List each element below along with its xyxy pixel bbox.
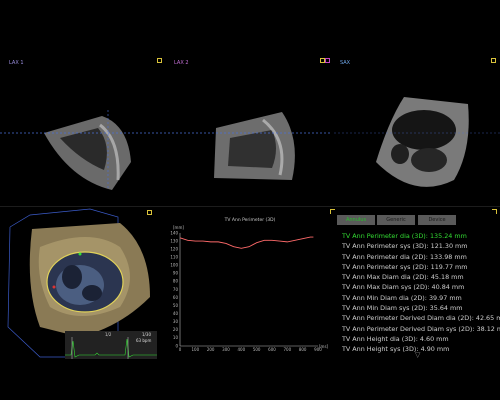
measurement-item[interactable]: TV Ann Min Diam dia (2D): 39.97 mm — [342, 293, 498, 303]
y-tick-label: 140 — [170, 230, 178, 235]
heart-rate: 63 bpm — [136, 338, 152, 343]
measurement-item[interactable]: TV Ann Perimeter sys (2D): 119.77 mm — [342, 262, 498, 272]
perimeter-chart-panel: TV Ann Perimeter (3D) [mm] [ms] 140 130 12… — [158, 207, 330, 362]
chart-title: TV Ann Perimeter (3D) — [224, 217, 276, 223]
tab-annulus[interactable]: Annulus — [337, 215, 375, 225]
measurement-item[interactable]: TV Ann Perimeter sys (3D): 121.30 mm — [342, 241, 498, 251]
measurement-item[interactable]: TV Ann Height dia (3D): 4.60 mm — [342, 334, 498, 344]
measurement-list: TV Ann Perimeter dia (3D): 135.24 mm TV … — [342, 231, 500, 355]
ecg-frame-label: 1/2 — [105, 332, 112, 337]
x-tick-label: 0 — [179, 347, 182, 352]
y-tick-label: 20 — [173, 327, 179, 332]
x-tick-label: 800 — [299, 347, 307, 352]
measurement-item[interactable]: TV Ann Perimeter Derived Diam dia (2D): … — [342, 313, 500, 323]
y-tick-label: 70 — [173, 287, 179, 292]
x-tick-label: 300 — [222, 347, 230, 352]
measurement-item[interactable]: TV Ann Perimeter Derived Diam sys (2D): … — [342, 324, 500, 334]
ecg-strip[interactable]: 1/2 1/30 63 bpm — [65, 331, 157, 359]
x-tick-label: 700 — [284, 347, 292, 352]
series-line — [179, 236, 314, 249]
measurement-item[interactable]: TV Ann Max Diam sys (2D): 40.84 mm — [342, 282, 498, 292]
y-tick-label: 120 — [170, 246, 178, 251]
frame-counter: 1/30 — [142, 332, 151, 337]
tab-device[interactable]: Device — [418, 215, 456, 225]
measurement-item[interactable]: TV Ann Min Diam sys (2D): 35.64 mm — [342, 303, 498, 313]
lax2-ultrasound-image — [168, 112, 332, 180]
view-sax-rotate-icon[interactable] — [325, 58, 330, 63]
measurement-item[interactable]: TV Ann Perimeter dia (3D): 135.24 mm — [342, 231, 498, 241]
x-tick-label: 600 — [268, 347, 276, 352]
y-tick-label: 10 — [173, 335, 179, 340]
view-3d-volume[interactable]: 1/2 1/30 63 bpm — [0, 207, 158, 362]
y-tick-label: 90 — [173, 271, 179, 276]
y-tick-label: 50 — [173, 303, 179, 308]
view-lax2[interactable]: LAX 2 — [168, 50, 332, 206]
y-tick-label: 130 — [170, 238, 178, 243]
measurements-right-marker — [492, 209, 497, 214]
y-tick-label: 30 — [173, 319, 179, 324]
view-lax1[interactable]: LAX 1 — [0, 50, 166, 206]
view-sax[interactable]: SAX — [325, 50, 500, 206]
x-tick-label: 100 — [192, 347, 200, 352]
chart-y-unit: [mm] — [173, 225, 184, 230]
y-tick-label: 60 — [173, 295, 179, 300]
scroll-down-icon[interactable]: ▽ — [415, 351, 420, 359]
x-tick-label: 200 — [207, 347, 215, 352]
y-tick-label: 100 — [170, 263, 178, 268]
measurement-item[interactable]: TV Ann Max Diam dia (2D): 45.18 mm — [342, 272, 498, 282]
tab-generic[interactable]: Generic — [377, 215, 415, 225]
y-tick-label: 110 — [170, 255, 178, 260]
y-tick-label: 40 — [173, 311, 179, 316]
x-tick-label: 400 — [238, 347, 246, 352]
y-tick-label: 80 — [173, 279, 179, 284]
x-tick-label: 500 — [253, 347, 261, 352]
sax-ultrasound-image — [334, 97, 500, 187]
measurement-item[interactable]: TV Ann Perimeter dia (2D): 133.98 mm — [342, 252, 498, 262]
x-tick-label: 900 — [314, 347, 322, 352]
measurements-left-marker — [330, 209, 335, 214]
lax1-ultrasound-image — [0, 110, 166, 190]
perimeter-chart: TV Ann Perimeter (3D) [mm] [ms] 14013012… — [170, 217, 328, 352]
